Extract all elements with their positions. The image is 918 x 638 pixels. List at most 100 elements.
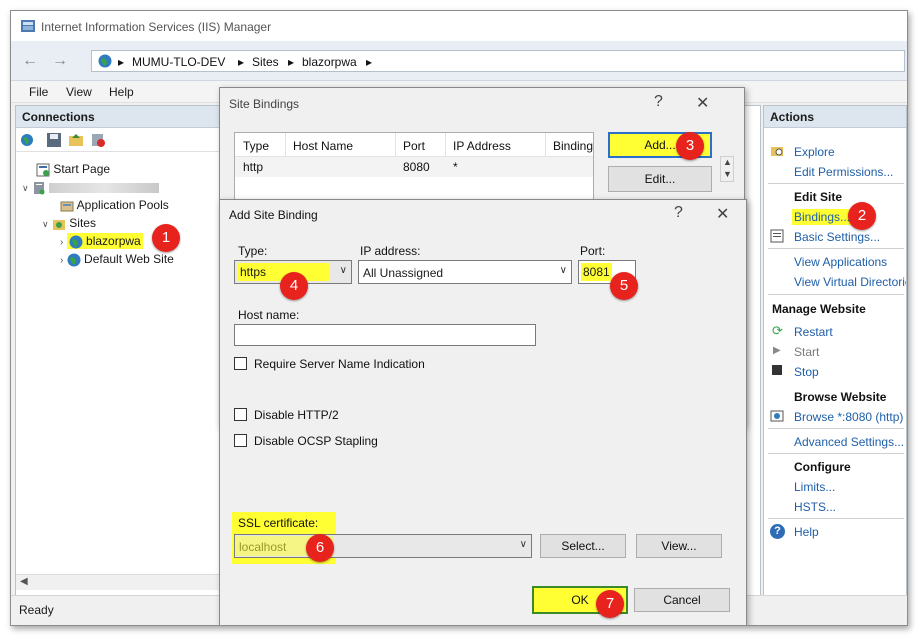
tree-server[interactable]: ∨ bbox=[22, 180, 160, 195]
cell-port: 8080 bbox=[403, 160, 430, 174]
tree-sites[interactable]: ∨ Sites bbox=[42, 216, 96, 231]
globe-icon bbox=[67, 253, 81, 267]
scroll-up-icon[interactable]: ▲ bbox=[723, 157, 732, 167]
section-configure: Configure bbox=[794, 460, 851, 474]
action-bindings[interactable]: Bindings... bbox=[792, 209, 853, 225]
action-view-applications[interactable]: View Applications bbox=[794, 255, 887, 269]
globe-icon bbox=[69, 235, 83, 249]
iis-manager-window: Internet Information Services (IIS) Mana… bbox=[10, 10, 908, 626]
divider bbox=[768, 428, 904, 429]
scroll-left-icon[interactable]: ◀ bbox=[20, 576, 28, 587]
disable-http2-checkbox[interactable] bbox=[234, 408, 247, 421]
action-limits[interactable]: Limits... bbox=[794, 480, 835, 494]
host-name-input[interactable] bbox=[234, 324, 536, 346]
connections-header: Connections bbox=[16, 106, 234, 128]
connect-globe-icon[interactable] bbox=[20, 132, 36, 148]
chevron-right-icon[interactable]: › bbox=[60, 255, 63, 266]
stop-icon bbox=[772, 365, 782, 375]
sni-checkbox[interactable] bbox=[234, 357, 247, 370]
menu-help[interactable]: Help bbox=[109, 85, 134, 99]
cancel-button[interactable]: Cancel bbox=[634, 588, 730, 612]
chevron-down-icon: ∨ bbox=[519, 539, 527, 550]
ip-address-select[interactable]: All Unassigned ∨ bbox=[358, 260, 572, 284]
app-pools-icon bbox=[60, 201, 74, 212]
breadcrumb-site[interactable]: blazorpwa bbox=[302, 55, 357, 69]
menu-file[interactable]: File bbox=[29, 85, 48, 99]
step-badge-2: 2 bbox=[848, 202, 876, 230]
vertical-scrollbar[interactable]: ▲ ▼ bbox=[720, 156, 734, 182]
chevron-down-icon[interactable]: ∨ bbox=[22, 183, 29, 193]
action-edit-permissions[interactable]: Edit Permissions... bbox=[794, 165, 893, 179]
action-browse[interactable]: Browse *:8080 (http) bbox=[794, 410, 903, 424]
up-folder-icon[interactable] bbox=[68, 132, 84, 148]
chevron-down-icon: ∨ bbox=[339, 265, 347, 276]
menu-view[interactable]: View bbox=[66, 85, 92, 99]
start-icon: ▶ bbox=[773, 345, 781, 356]
col-type[interactable]: Type bbox=[243, 139, 269, 153]
action-restart[interactable]: Restart bbox=[794, 325, 833, 339]
forward-arrow-icon[interactable]: → bbox=[49, 52, 71, 70]
col-ip-address[interactable]: IP Address bbox=[453, 139, 511, 153]
title-bar: Internet Information Services (IIS) Mana… bbox=[11, 11, 907, 41]
close-icon[interactable]: ✕ bbox=[696, 93, 709, 113]
connections-toolbar bbox=[16, 128, 234, 152]
breadcrumb-server[interactable]: MUMU-TLO-DEV bbox=[132, 55, 225, 69]
breadcrumb[interactable]: ▸ MUMU-TLO-DEV ▸ Sites ▸ blazorpwa ▸ bbox=[91, 50, 905, 72]
tree-site-blazorpwa[interactable]: › blazorpwa bbox=[60, 233, 143, 249]
close-icon[interactable]: ✕ bbox=[716, 204, 729, 224]
col-binding[interactable]: Binding bbox=[553, 139, 593, 153]
action-start[interactable]: Start bbox=[794, 345, 819, 359]
tree-label: Sites bbox=[69, 216, 96, 230]
action-advanced-settings[interactable]: Advanced Settings... bbox=[794, 435, 904, 449]
help-icon: ? bbox=[770, 524, 785, 539]
disable-http2-label: Disable HTTP/2 bbox=[254, 408, 339, 422]
col-host-name[interactable]: Host Name bbox=[293, 139, 353, 153]
ssl-view-button[interactable]: View... bbox=[636, 534, 722, 558]
chevron-down-icon: ∨ bbox=[559, 265, 567, 276]
actions-header: Actions bbox=[764, 106, 906, 128]
back-arrow-icon[interactable]: ← bbox=[19, 52, 41, 70]
horizontal-scrollbar[interactable]: ◀ ▶ bbox=[16, 574, 234, 590]
action-stop[interactable]: Stop bbox=[794, 365, 819, 379]
help-button[interactable]: ? bbox=[654, 93, 663, 111]
scroll-down-icon[interactable]: ▼ bbox=[723, 169, 732, 179]
chevron-down-icon[interactable]: ∨ bbox=[42, 219, 49, 229]
iis-app-icon bbox=[21, 20, 35, 32]
table-header: Type Host Name Port IP Address Binding bbox=[235, 133, 593, 157]
start-page-icon bbox=[36, 163, 50, 177]
sites-folder-icon bbox=[52, 219, 65, 230]
step-badge-7: 7 bbox=[596, 590, 624, 618]
col-port[interactable]: Port bbox=[403, 139, 425, 153]
tree-application-pools[interactable]: Application Pools bbox=[60, 198, 169, 213]
section-browse-website: Browse Website bbox=[794, 390, 887, 404]
server-name-redacted bbox=[49, 182, 160, 193]
action-view-virtual-directories[interactable]: View Virtual Directories bbox=[794, 275, 906, 289]
save-icon[interactable] bbox=[46, 132, 62, 148]
step-badge-4: 4 bbox=[280, 272, 308, 300]
ssl-select-button[interactable]: Select... bbox=[540, 534, 626, 558]
ip-address-value: All Unassigned bbox=[363, 266, 444, 280]
window-title: Internet Information Services (IIS) Mana… bbox=[41, 20, 272, 34]
action-help[interactable]: Help bbox=[794, 525, 819, 539]
selected-site-highlight: blazorpwa bbox=[66, 233, 143, 249]
column-divider bbox=[285, 133, 286, 157]
action-basic-settings[interactable]: Basic Settings... bbox=[794, 230, 880, 244]
tree-start-page[interactable]: Start Page bbox=[36, 162, 110, 177]
step-badge-6: 6 bbox=[306, 534, 334, 562]
table-row[interactable]: http 8080 * bbox=[235, 157, 593, 177]
action-hsts[interactable]: HSTS... bbox=[794, 500, 836, 514]
delete-connection-icon[interactable] bbox=[90, 132, 106, 148]
chevron-right-icon[interactable]: › bbox=[60, 237, 63, 248]
breadcrumb-sites[interactable]: Sites bbox=[252, 55, 279, 69]
edit-binding-button[interactable]: Edit... bbox=[608, 166, 712, 192]
type-label: Type: bbox=[238, 244, 268, 258]
action-explore[interactable]: Explore bbox=[794, 145, 835, 159]
divider bbox=[768, 518, 904, 519]
tree-default-web-site[interactable]: › Default Web Site bbox=[60, 252, 174, 267]
help-button[interactable]: ? bbox=[674, 204, 683, 222]
explore-icon bbox=[771, 147, 783, 156]
ip-address-label: IP address: bbox=[360, 244, 421, 258]
breadcrumb-separator: ▸ bbox=[366, 55, 373, 69]
add-binding-title: Add Site Binding bbox=[229, 208, 318, 222]
disable-ocsp-checkbox[interactable] bbox=[234, 434, 247, 447]
